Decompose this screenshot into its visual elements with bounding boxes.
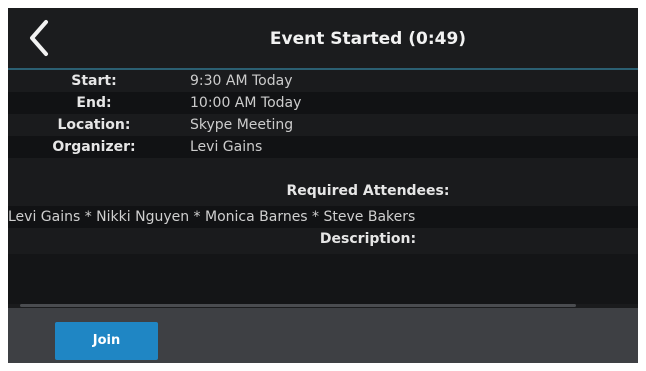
detail-row-location: Location: Skype Meeting	[8, 114, 638, 136]
description-content	[8, 254, 638, 304]
start-value: 9:30 AM Today	[190, 73, 293, 89]
location-value: Skype Meeting	[190, 117, 294, 133]
detail-row-end: End: 10:00 AM Today	[8, 92, 638, 114]
organizer-label: Organizer:	[52, 139, 136, 155]
start-label: Start:	[71, 73, 117, 89]
description-heading-row: Description:	[8, 228, 638, 250]
header-bar: Event Started (0:49)	[8, 8, 638, 70]
attendees-heading-row: Required Attendees:	[8, 180, 638, 202]
detail-row-start: Start: 9:30 AM Today	[8, 70, 638, 92]
page-title: Event Started (0:49)	[269, 29, 467, 49]
attendees-list: Levi Gains * Nikki Nguyen * Monica Barne…	[8, 209, 416, 225]
end-value: 10:00 AM Today	[190, 95, 302, 111]
event-screen: Event Started (0:49) Start: 9:30 AM Toda…	[8, 8, 638, 363]
footer-bar: Join	[8, 308, 638, 363]
end-label: End:	[76, 95, 112, 111]
location-label: Location:	[57, 117, 131, 133]
horizontal-scrollbar[interactable]	[20, 304, 576, 307]
detail-row-organizer: Organizer: Levi Gains	[8, 136, 638, 158]
attendees-row: Levi Gains * Nikki Nguyen * Monica Barne…	[8, 206, 638, 228]
organizer-value: Levi Gains	[190, 139, 263, 155]
join-button[interactable]: Join	[55, 322, 158, 360]
attendees-heading: Required Attendees:	[286, 183, 450, 199]
description-heading: Description:	[319, 231, 417, 247]
